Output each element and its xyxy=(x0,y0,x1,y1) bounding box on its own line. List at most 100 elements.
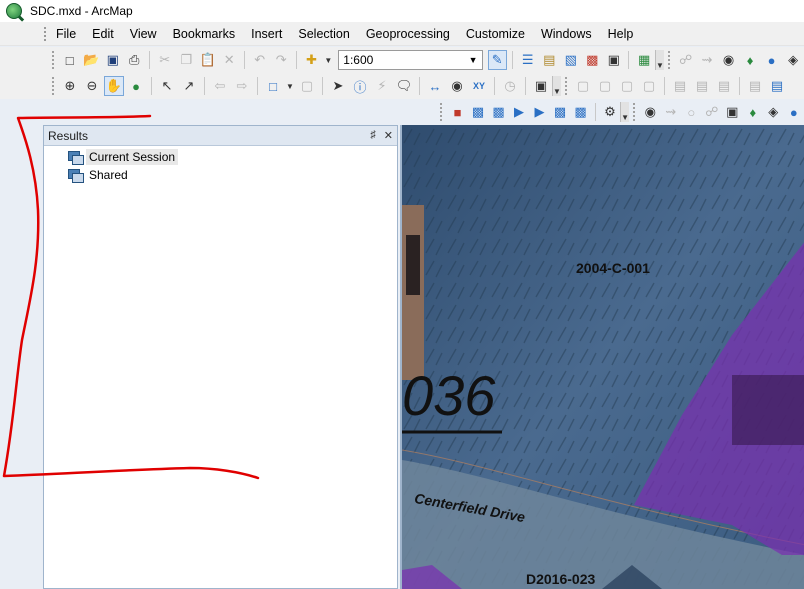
measure-icon[interactable]: ↔ xyxy=(425,76,445,96)
forward-arrow-icon[interactable]: ⇨ xyxy=(232,76,252,96)
topology-tool-6-icon[interactable]: ▩ xyxy=(571,102,590,122)
menu-view[interactable]: View xyxy=(122,22,165,46)
python-window-icon[interactable]: ▣ xyxy=(604,50,624,70)
house-shadow-left xyxy=(406,235,420,295)
zoom-in-icon[interactable]: ⊕ xyxy=(60,76,80,96)
fixed-zoom-in-icon[interactable]: ↖ xyxy=(157,76,177,96)
layer-stack-icon[interactable]: ♦ xyxy=(744,102,763,122)
toolbar-grip[interactable] xyxy=(633,103,636,121)
go-to-xy-icon[interactable]: XY xyxy=(469,76,489,96)
fixed-zoom-out-icon[interactable]: ↗ xyxy=(179,76,199,96)
stop-icon[interactable]: ■ xyxy=(448,102,467,122)
map-scale-combo[interactable]: 1:600 ▼ xyxy=(338,50,483,70)
editor-tool-3-icon[interactable]: ▢ xyxy=(617,76,637,96)
topology-tool-5-icon[interactable]: ▩ xyxy=(551,102,570,122)
trace-icon[interactable]: ⇝ xyxy=(697,50,717,70)
select-features-icon[interactable]: □ xyxy=(263,76,283,96)
html-popup-icon[interactable]: 🗨 xyxy=(394,76,414,96)
tree-item-current-session[interactable]: Current Session xyxy=(44,148,397,166)
save-icon[interactable]: ▣ xyxy=(103,50,123,70)
chevron-down-icon[interactable]: ▼ xyxy=(469,55,478,65)
arctoolbox-icon[interactable]: ▩ xyxy=(582,50,602,70)
hyperlink-icon[interactable]: ⚡ xyxy=(372,76,392,96)
pan-hand-icon[interactable]: ✋ xyxy=(104,76,124,96)
back-arrow-icon[interactable]: ⇦ xyxy=(210,76,230,96)
pin-icon[interactable]: ♯ xyxy=(370,129,376,142)
globe-blue-icon[interactable]: ● xyxy=(785,102,804,122)
menu-bookmarks[interactable]: Bookmarks xyxy=(165,22,244,46)
menu-help[interactable]: Help xyxy=(600,22,642,46)
redo-icon[interactable]: ↷ xyxy=(271,50,291,70)
search-window-icon[interactable]: ▧ xyxy=(561,50,581,70)
results-window: Results ♯ ✕ Current Session Shared xyxy=(43,125,398,589)
topology-tool-3-icon[interactable]: ▶ xyxy=(510,102,529,122)
select-dropdown-icon[interactable]: ▼ xyxy=(285,76,295,96)
trace-icon[interactable]: ⇝ xyxy=(662,102,681,122)
print-icon[interactable]: ⎙ xyxy=(124,50,144,70)
select-elements-arrow-icon[interactable]: ➤ xyxy=(328,76,348,96)
editor-tool-6-icon[interactable]: ▤ xyxy=(692,76,712,96)
time-slider-icon[interactable]: ◷ xyxy=(500,76,520,96)
menu-edit[interactable]: Edit xyxy=(84,22,122,46)
network-icon[interactable]: ◈ xyxy=(764,102,783,122)
menu-selection[interactable]: Selection xyxy=(290,22,357,46)
undo-icon[interactable]: ↶ xyxy=(250,50,270,70)
identify-icon[interactable]: ⓘ xyxy=(350,76,370,96)
open-folder-icon[interactable]: 📂 xyxy=(81,50,101,70)
link-icon[interactable]: ☍ xyxy=(703,102,722,122)
catalog-window-icon[interactable]: ▤ xyxy=(539,50,559,70)
tree-item-shared[interactable]: Shared xyxy=(44,166,397,184)
toolbar-grip[interactable] xyxy=(52,51,55,69)
topology-tool-1-icon[interactable]: ▩ xyxy=(469,102,488,122)
toolbar-grip[interactable] xyxy=(667,51,671,69)
topology-tool-2-icon[interactable]: ▩ xyxy=(489,102,508,122)
menu-geoprocessing[interactable]: Geoprocessing xyxy=(358,22,458,46)
add-data-icon[interactable]: ✚ xyxy=(302,50,322,70)
new-document-icon[interactable]: □ xyxy=(60,50,80,70)
toolbar-grip[interactable] xyxy=(52,77,55,95)
cut-icon[interactable]: ✂ xyxy=(155,50,175,70)
network-icon[interactable]: ◈ xyxy=(783,50,803,70)
editor-tool-2-icon[interactable]: ▢ xyxy=(595,76,615,96)
menu-windows[interactable]: Windows xyxy=(533,22,600,46)
close-icon[interactable]: ✕ xyxy=(384,129,393,142)
editor-tool-4-icon[interactable]: ▢ xyxy=(639,76,659,96)
editor-toolbar-icon[interactable]: ✎ xyxy=(487,50,507,70)
menu-customize[interactable]: Customize xyxy=(458,22,533,46)
editor-tool-9-icon[interactable]: ▤ xyxy=(767,76,787,96)
editor-tool-8-icon[interactable]: ▤ xyxy=(745,76,765,96)
menu-file[interactable]: File xyxy=(48,22,84,46)
toolbar-overflow-icon[interactable]: ▼ xyxy=(654,50,664,70)
globe-dark-icon[interactable]: ◉ xyxy=(641,102,660,122)
menu-insert[interactable]: Insert xyxy=(243,22,290,46)
clear-selection-icon[interactable]: ▢ xyxy=(297,76,317,96)
toolbar-grip[interactable] xyxy=(565,77,568,95)
editor-tool-5-icon[interactable]: ▤ xyxy=(670,76,690,96)
toolbar-overflow-icon[interactable]: ▼ xyxy=(552,76,561,96)
add-data-dropdown-icon[interactable]: ▼ xyxy=(323,50,333,70)
model-builder-icon[interactable]: ▦ xyxy=(634,50,654,70)
toolbar-grip[interactable] xyxy=(440,103,443,121)
editor-tool-7-icon[interactable]: ▤ xyxy=(714,76,734,96)
paste-icon[interactable]: 📋 xyxy=(198,50,218,70)
table-of-contents-icon[interactable]: ☰ xyxy=(518,50,538,70)
link-icon[interactable]: ☍ xyxy=(676,50,696,70)
copy-icon[interactable]: ❐ xyxy=(176,50,196,70)
topology-tool-4-icon[interactable]: ▶ xyxy=(530,102,549,122)
map-view[interactable]: 2004-C-001 036 Centerfield Drive D2016-0… xyxy=(400,125,804,589)
toolbar-overflow-icon[interactable]: ▼ xyxy=(620,102,630,122)
menu-grip[interactable] xyxy=(44,27,46,41)
settings-gear-icon[interactable]: ⚙ xyxy=(601,102,620,122)
find-icon[interactable]: ○ xyxy=(682,102,701,122)
find-binoculars-icon[interactable]: ◉ xyxy=(447,76,467,96)
layer-stack-icon[interactable]: ♦ xyxy=(740,50,760,70)
editor-tool-1-icon[interactable]: ▢ xyxy=(573,76,593,96)
globe-dark-icon[interactable]: ◉ xyxy=(719,50,739,70)
globe-blue-icon[interactable]: ● xyxy=(762,50,782,70)
zoom-out-icon[interactable]: ⊖ xyxy=(82,76,102,96)
delete-icon[interactable]: ✕ xyxy=(219,50,239,70)
full-extent-icon[interactable]: ● xyxy=(126,76,146,96)
viewer-window-icon[interactable]: ▣ xyxy=(531,76,551,96)
map-canvas[interactable] xyxy=(402,125,804,589)
layout-icon[interactable]: ▣ xyxy=(723,102,742,122)
